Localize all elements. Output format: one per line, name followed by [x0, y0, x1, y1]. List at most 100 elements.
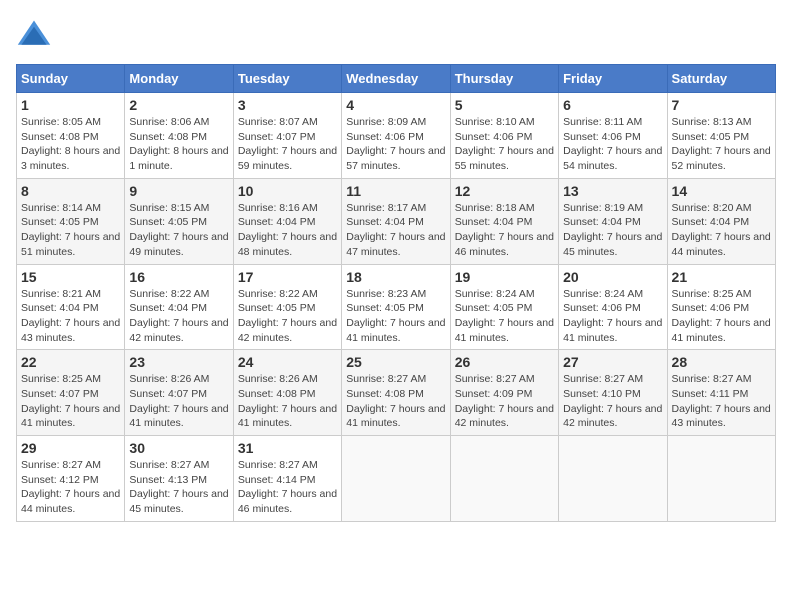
calendar-header-friday: Friday [559, 65, 667, 93]
calendar-header-sunday: Sunday [17, 65, 125, 93]
calendar-header-tuesday: Tuesday [233, 65, 341, 93]
day-info: Sunrise: 8:11 AM Sunset: 4:06 PM Dayligh… [563, 115, 662, 174]
calendar-day-cell: 16 Sunrise: 8:22 AM Sunset: 4:04 PM Dayl… [125, 264, 233, 350]
calendar-day-cell: 13 Sunrise: 8:19 AM Sunset: 4:04 PM Dayl… [559, 178, 667, 264]
day-info: Sunrise: 8:05 AM Sunset: 4:08 PM Dayligh… [21, 115, 120, 174]
day-info: Sunrise: 8:26 AM Sunset: 4:07 PM Dayligh… [129, 372, 228, 431]
calendar-day-cell: 3 Sunrise: 8:07 AM Sunset: 4:07 PM Dayli… [233, 93, 341, 179]
day-number: 17 [238, 269, 337, 285]
day-info: Sunrise: 8:15 AM Sunset: 4:05 PM Dayligh… [129, 201, 228, 260]
day-number: 28 [672, 354, 771, 370]
day-info: Sunrise: 8:27 AM Sunset: 4:08 PM Dayligh… [346, 372, 445, 431]
day-number: 12 [455, 183, 554, 199]
calendar-day-cell: 4 Sunrise: 8:09 AM Sunset: 4:06 PM Dayli… [342, 93, 450, 179]
day-info: Sunrise: 8:27 AM Sunset: 4:12 PM Dayligh… [21, 458, 120, 517]
day-number: 4 [346, 97, 445, 113]
day-info: Sunrise: 8:27 AM Sunset: 4:09 PM Dayligh… [455, 372, 554, 431]
calendar-day-cell: 8 Sunrise: 8:14 AM Sunset: 4:05 PM Dayli… [17, 178, 125, 264]
day-info: Sunrise: 8:13 AM Sunset: 4:05 PM Dayligh… [672, 115, 771, 174]
day-number: 8 [21, 183, 120, 199]
day-info: Sunrise: 8:24 AM Sunset: 4:06 PM Dayligh… [563, 287, 662, 346]
calendar-day-cell: 29 Sunrise: 8:27 AM Sunset: 4:12 PM Dayl… [17, 436, 125, 522]
day-number: 10 [238, 183, 337, 199]
calendar-week-row: 29 Sunrise: 8:27 AM Sunset: 4:12 PM Dayl… [17, 436, 776, 522]
calendar-day-cell: 12 Sunrise: 8:18 AM Sunset: 4:04 PM Dayl… [450, 178, 558, 264]
day-info: Sunrise: 8:25 AM Sunset: 4:07 PM Dayligh… [21, 372, 120, 431]
day-info: Sunrise: 8:21 AM Sunset: 4:04 PM Dayligh… [21, 287, 120, 346]
calendar-day-cell: 31 Sunrise: 8:27 AM Sunset: 4:14 PM Dayl… [233, 436, 341, 522]
logo-icon [16, 16, 52, 52]
day-number: 31 [238, 440, 337, 456]
calendar-day-cell: 23 Sunrise: 8:26 AM Sunset: 4:07 PM Dayl… [125, 350, 233, 436]
calendar-day-cell: 17 Sunrise: 8:22 AM Sunset: 4:05 PM Dayl… [233, 264, 341, 350]
day-info: Sunrise: 8:14 AM Sunset: 4:05 PM Dayligh… [21, 201, 120, 260]
calendar-day-cell: 28 Sunrise: 8:27 AM Sunset: 4:11 PM Dayl… [667, 350, 775, 436]
day-info: Sunrise: 8:07 AM Sunset: 4:07 PM Dayligh… [238, 115, 337, 174]
day-number: 6 [563, 97, 662, 113]
day-info: Sunrise: 8:09 AM Sunset: 4:06 PM Dayligh… [346, 115, 445, 174]
day-number: 21 [672, 269, 771, 285]
day-info: Sunrise: 8:16 AM Sunset: 4:04 PM Dayligh… [238, 201, 337, 260]
day-number: 13 [563, 183, 662, 199]
day-info: Sunrise: 8:27 AM Sunset: 4:13 PM Dayligh… [129, 458, 228, 517]
day-info: Sunrise: 8:27 AM Sunset: 4:14 PM Dayligh… [238, 458, 337, 517]
calendar-day-cell: 1 Sunrise: 8:05 AM Sunset: 4:08 PM Dayli… [17, 93, 125, 179]
calendar-day-cell: 22 Sunrise: 8:25 AM Sunset: 4:07 PM Dayl… [17, 350, 125, 436]
calendar: SundayMondayTuesdayWednesdayThursdayFrid… [16, 64, 776, 522]
calendar-day-cell: 25 Sunrise: 8:27 AM Sunset: 4:08 PM Dayl… [342, 350, 450, 436]
logo [16, 16, 56, 52]
day-info: Sunrise: 8:22 AM Sunset: 4:05 PM Dayligh… [238, 287, 337, 346]
day-number: 16 [129, 269, 228, 285]
day-number: 11 [346, 183, 445, 199]
day-number: 9 [129, 183, 228, 199]
day-number: 26 [455, 354, 554, 370]
day-info: Sunrise: 8:18 AM Sunset: 4:04 PM Dayligh… [455, 201, 554, 260]
day-number: 20 [563, 269, 662, 285]
calendar-day-cell: 26 Sunrise: 8:27 AM Sunset: 4:09 PM Dayl… [450, 350, 558, 436]
calendar-week-row: 8 Sunrise: 8:14 AM Sunset: 4:05 PM Dayli… [17, 178, 776, 264]
day-info: Sunrise: 8:23 AM Sunset: 4:05 PM Dayligh… [346, 287, 445, 346]
calendar-day-cell: 18 Sunrise: 8:23 AM Sunset: 4:05 PM Dayl… [342, 264, 450, 350]
day-info: Sunrise: 8:26 AM Sunset: 4:08 PM Dayligh… [238, 372, 337, 431]
calendar-header-monday: Monday [125, 65, 233, 93]
calendar-header-saturday: Saturday [667, 65, 775, 93]
day-info: Sunrise: 8:06 AM Sunset: 4:08 PM Dayligh… [129, 115, 228, 174]
calendar-header-thursday: Thursday [450, 65, 558, 93]
calendar-day-cell: 19 Sunrise: 8:24 AM Sunset: 4:05 PM Dayl… [450, 264, 558, 350]
day-number: 29 [21, 440, 120, 456]
calendar-day-cell [559, 436, 667, 522]
calendar-day-cell [450, 436, 558, 522]
calendar-day-cell: 9 Sunrise: 8:15 AM Sunset: 4:05 PM Dayli… [125, 178, 233, 264]
day-info: Sunrise: 8:10 AM Sunset: 4:06 PM Dayligh… [455, 115, 554, 174]
calendar-week-row: 22 Sunrise: 8:25 AM Sunset: 4:07 PM Dayl… [17, 350, 776, 436]
day-number: 23 [129, 354, 228, 370]
day-info: Sunrise: 8:20 AM Sunset: 4:04 PM Dayligh… [672, 201, 771, 260]
day-info: Sunrise: 8:27 AM Sunset: 4:10 PM Dayligh… [563, 372, 662, 431]
day-info: Sunrise: 8:17 AM Sunset: 4:04 PM Dayligh… [346, 201, 445, 260]
day-number: 3 [238, 97, 337, 113]
day-number: 2 [129, 97, 228, 113]
calendar-day-cell: 11 Sunrise: 8:17 AM Sunset: 4:04 PM Dayl… [342, 178, 450, 264]
day-number: 27 [563, 354, 662, 370]
calendar-day-cell: 2 Sunrise: 8:06 AM Sunset: 4:08 PM Dayli… [125, 93, 233, 179]
day-info: Sunrise: 8:22 AM Sunset: 4:04 PM Dayligh… [129, 287, 228, 346]
calendar-day-cell: 15 Sunrise: 8:21 AM Sunset: 4:04 PM Dayl… [17, 264, 125, 350]
calendar-day-cell: 20 Sunrise: 8:24 AM Sunset: 4:06 PM Dayl… [559, 264, 667, 350]
day-number: 24 [238, 354, 337, 370]
calendar-day-cell [342, 436, 450, 522]
calendar-day-cell: 7 Sunrise: 8:13 AM Sunset: 4:05 PM Dayli… [667, 93, 775, 179]
calendar-header-row: SundayMondayTuesdayWednesdayThursdayFrid… [17, 65, 776, 93]
day-info: Sunrise: 8:27 AM Sunset: 4:11 PM Dayligh… [672, 372, 771, 431]
header [16, 16, 776, 52]
calendar-day-cell: 14 Sunrise: 8:20 AM Sunset: 4:04 PM Dayl… [667, 178, 775, 264]
calendar-day-cell: 5 Sunrise: 8:10 AM Sunset: 4:06 PM Dayli… [450, 93, 558, 179]
calendar-week-row: 15 Sunrise: 8:21 AM Sunset: 4:04 PM Dayl… [17, 264, 776, 350]
day-number: 19 [455, 269, 554, 285]
day-info: Sunrise: 8:25 AM Sunset: 4:06 PM Dayligh… [672, 287, 771, 346]
calendar-day-cell: 24 Sunrise: 8:26 AM Sunset: 4:08 PM Dayl… [233, 350, 341, 436]
day-info: Sunrise: 8:24 AM Sunset: 4:05 PM Dayligh… [455, 287, 554, 346]
calendar-day-cell: 6 Sunrise: 8:11 AM Sunset: 4:06 PM Dayli… [559, 93, 667, 179]
calendar-day-cell: 27 Sunrise: 8:27 AM Sunset: 4:10 PM Dayl… [559, 350, 667, 436]
day-info: Sunrise: 8:19 AM Sunset: 4:04 PM Dayligh… [563, 201, 662, 260]
day-number: 25 [346, 354, 445, 370]
